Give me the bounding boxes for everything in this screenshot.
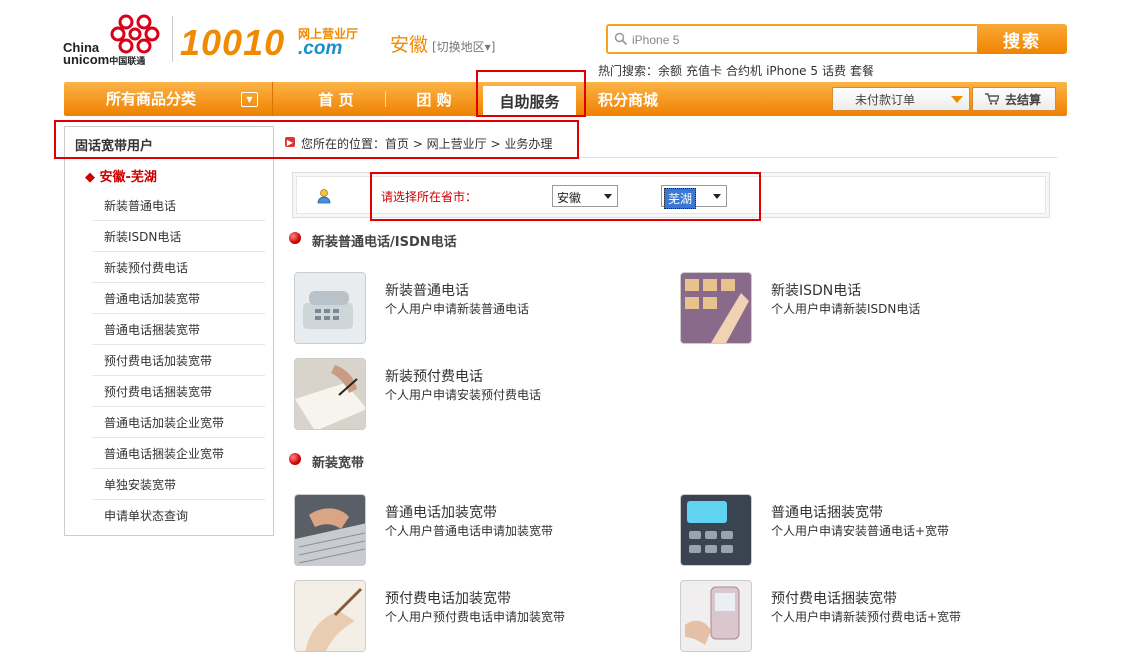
- sidebar-item-new-prepaid[interactable]: 新装预付费电话: [92, 252, 265, 283]
- sidebar-item-phone-add-enterprise[interactable]: 普通电话加装企业宽带: [92, 407, 265, 438]
- highlight-box-breadcrumb: [54, 120, 579, 159]
- keypad-photo-icon[interactable]: [680, 272, 752, 344]
- section-title-broadband: 新装宽带: [312, 456, 365, 471]
- card-desc: 个人用户申请新装预付费电话+宽带: [771, 610, 962, 624]
- highlight-box-self-service: [476, 70, 586, 117]
- current-region: 安徽: [390, 34, 429, 56]
- card-title[interactable]: 普通电话加装宽带: [385, 502, 497, 522]
- writing-photo-icon[interactable]: [294, 580, 366, 652]
- keyboard-photo-icon[interactable]: [294, 494, 366, 566]
- section-bullet-icon: [289, 232, 301, 244]
- highlight-box-region-select: [370, 172, 761, 221]
- card-title[interactable]: 预付费电话捆装宽带: [771, 588, 897, 608]
- brand-10010[interactable]: 10010: [180, 22, 285, 64]
- hot-term-link[interactable]: 余额: [658, 64, 682, 78]
- card-desc: 个人用户普通电话申请加装宽带: [385, 524, 554, 538]
- card-desc: 个人用户申请新装ISDN电话: [771, 302, 921, 316]
- hot-term-link[interactable]: 套餐: [850, 64, 874, 78]
- card-desc: 个人用户预付费电话申请加装宽带: [385, 610, 566, 624]
- brand-unicom-cn-text: 中国联通: [109, 56, 146, 66]
- sidebar-item-new-phone[interactable]: 新装普通电话: [92, 190, 265, 221]
- sidebar: 固话宽带用户 ◆ 安徽-芜湖 新装普通电话 新装ISDN电话 新装预付费电话 普…: [64, 126, 274, 536]
- hot-search-bar: 热门搜索：余额 充值卡 合约机 iPhone 5 话费 套餐: [598, 62, 878, 79]
- card-title[interactable]: 新装普通电话: [385, 280, 469, 300]
- sidebar-item-prepaid-bundle-broadband[interactable]: 预付费电话捆装宽带: [92, 376, 265, 407]
- search-input[interactable]: [632, 31, 962, 49]
- phone-keys-photo-icon[interactable]: [680, 494, 752, 566]
- hot-term-link[interactable]: iPhone 5: [766, 64, 818, 78]
- mobile-photo-icon[interactable]: [680, 580, 752, 652]
- sidebar-item-broadband-only[interactable]: 单独安装宽带: [92, 469, 265, 500]
- section-title-phone: 新装普通电话/ISDN电话: [312, 235, 457, 250]
- search-icon: [614, 32, 628, 49]
- sidebar-region[interactable]: ◆ 安徽-芜湖: [85, 166, 157, 185]
- nav-tab-group-buy[interactable]: 团 购: [398, 82, 470, 116]
- sidebar-item-phone-bundle-broadband[interactable]: 普通电话捆装宽带: [92, 314, 265, 345]
- signing-photo-icon[interactable]: [294, 358, 366, 430]
- hot-term-link[interactable]: 话费: [822, 64, 846, 78]
- logo-divider: [172, 16, 173, 62]
- sidebar-item-phone-bundle-enterprise[interactable]: 普通电话捆装企业宽带: [92, 438, 265, 469]
- all-categories-label: 所有商品分类: [106, 90, 197, 108]
- card-title[interactable]: 新装预付费电话: [385, 366, 483, 386]
- sidebar-item-new-isdn[interactable]: 新装ISDN电话: [92, 221, 265, 252]
- hot-term-link[interactable]: 合约机: [726, 64, 762, 78]
- card-desc: 个人用户申请安装预付费电话: [385, 388, 542, 402]
- unpaid-orders-dropdown[interactable]: 未付款订单: [832, 87, 970, 111]
- chevron-down-icon[interactable]: ▼: [241, 92, 258, 107]
- brand-unicom-text: unicom: [63, 52, 110, 67]
- section-bullet-icon: [289, 453, 301, 465]
- unpaid-orders-label: 未付款订单: [855, 92, 916, 107]
- all-categories-menu[interactable]: 所有商品分类 ▼: [64, 82, 272, 116]
- card-desc: 个人用户申请新装普通电话: [385, 302, 530, 316]
- sidebar-item-status-query[interactable]: 申请单状态查询: [92, 500, 265, 531]
- switch-region-link[interactable]: [切换地区▾]: [432, 38, 495, 55]
- hot-search-label: 热门搜索：: [598, 64, 659, 78]
- user-icon: [316, 188, 332, 207]
- nav-tab-home[interactable]: 首 页: [300, 82, 372, 116]
- nav-tab-points-mall[interactable]: 积分商城: [592, 82, 664, 116]
- checkout-label: 去结算: [1005, 92, 1042, 107]
- nav-divider: [272, 82, 273, 116]
- card-title[interactable]: 预付费电话加装宽带: [385, 588, 511, 608]
- card-desc: 个人用户申请安装普通电话+宽带: [771, 524, 950, 538]
- search-box: [606, 24, 978, 54]
- brand-china-unicom: China unicom中国联通: [63, 41, 146, 67]
- nav-separator: [385, 91, 386, 107]
- dropdown-arrow-icon: [951, 96, 963, 103]
- sidebar-item-phone-add-broadband[interactable]: 普通电话加装宽带: [92, 283, 265, 314]
- hot-term-link[interactable]: 充值卡: [686, 64, 722, 78]
- sidebar-item-prepaid-add-broadband[interactable]: 预付费电话加装宽带: [92, 345, 265, 376]
- cart-icon: [985, 93, 1001, 108]
- brand-domain: .com: [298, 38, 343, 59]
- card-title[interactable]: 普通电话捆装宽带: [771, 502, 883, 522]
- telephone-photo-icon[interactable]: [294, 272, 366, 344]
- card-title[interactable]: 新装ISDN电话: [771, 280, 861, 300]
- checkout-button[interactable]: 去结算: [972, 87, 1056, 111]
- search-button[interactable]: 搜索: [977, 24, 1067, 54]
